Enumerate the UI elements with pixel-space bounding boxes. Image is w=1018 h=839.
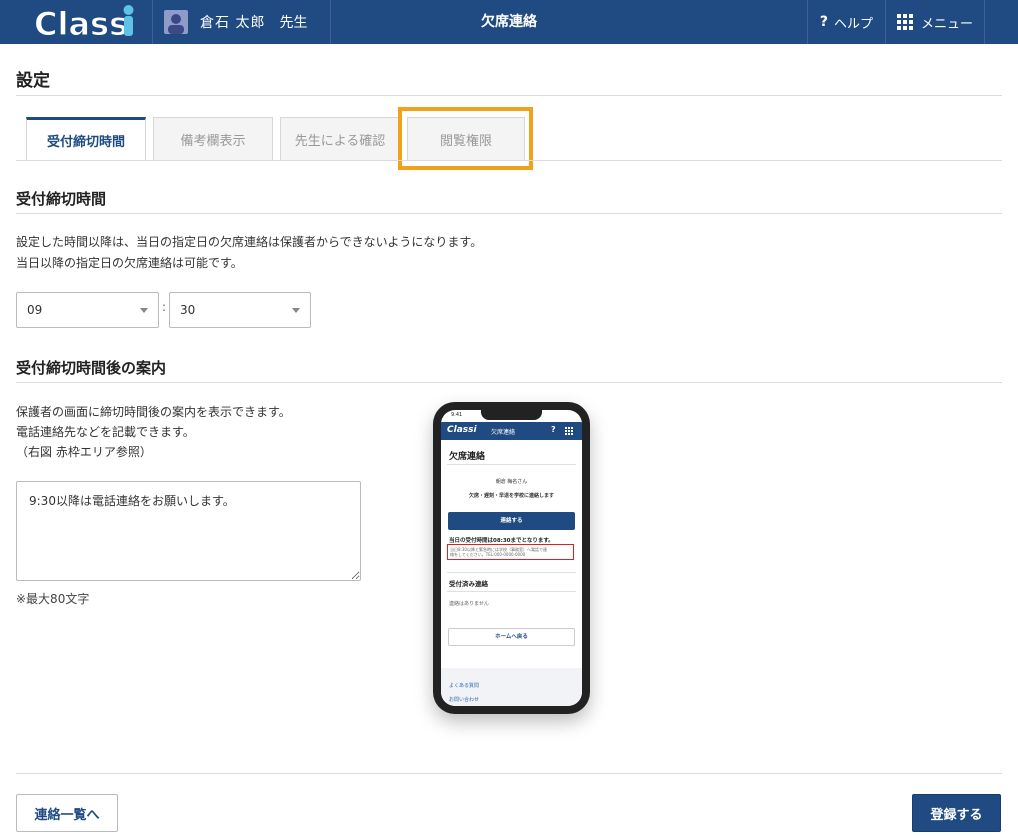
phone-inquiry-link: お問い合わせ: [449, 697, 480, 703]
header-divider: [984, 0, 985, 44]
deadline-description-2: 当日以降の指定日の欠席連絡は可能です。: [16, 256, 243, 270]
divider: [16, 213, 1002, 214]
submit-button[interactable]: 登録する: [912, 794, 1001, 832]
question-icon: ?: [551, 425, 556, 434]
grid-icon: [896, 14, 913, 30]
tab-teacher-confirm[interactable]: 先生による確認: [280, 117, 400, 161]
tab-remarks[interactable]: 備考欄表示: [153, 117, 273, 161]
phone-divider: [447, 572, 576, 573]
phone-screen: 9:41 Classi 欠席連絡 ? 欠席連絡 朝倉 梅名さん 欠席・遅刻・早退…: [441, 410, 582, 706]
phone-contact-button: 連絡する: [448, 512, 575, 530]
user-role: 先生: [279, 15, 308, 31]
phone-home-button: ホームへ戻る: [448, 628, 575, 646]
page-title: 欠席連絡: [481, 14, 537, 30]
menu-label: メニュー: [920, 16, 973, 32]
time-separator: :: [162, 300, 167, 314]
guide-textarea[interactable]: [16, 481, 361, 581]
tabs-baseline: [16, 160, 1002, 161]
hour-select[interactable]: 09: [16, 292, 159, 328]
back-to-list-button[interactable]: 連絡一覧へ: [16, 794, 118, 832]
phone-divider: [447, 591, 576, 592]
phone-header: Classi 欠席連絡 ?: [441, 422, 582, 440]
minute-select[interactable]: 30: [169, 292, 311, 328]
divider: [16, 382, 1002, 383]
grid-icon: [565, 427, 573, 435]
top-header: Class 倉石 太郎 先生 欠席連絡 ? ヘルプ メニュー: [0, 0, 1018, 44]
phone-no-contacts: 連絡はありません: [449, 601, 489, 607]
classi-logo[interactable]: Class: [32, 2, 142, 42]
phone-guide-area: 当日8:30以降と緊急時には学校（事務室）へ電話で連 絡をしてください。TEL:…: [447, 544, 574, 560]
phone-preview: 9:41 Classi 欠席連絡 ? 欠席連絡 朝倉 梅名さん 欠席・遅刻・早退…: [433, 402, 590, 714]
deadline-description-1: 設定した時間以降は、当日の指定日の欠席連絡は保護者からできないようになります。: [16, 235, 483, 249]
question-icon: ?: [819, 14, 829, 30]
deadline-heading: 受付締切時間: [16, 190, 107, 208]
chevron-down-icon: [140, 308, 148, 313]
header-divider: [152, 0, 153, 44]
phone-notch: [481, 410, 542, 420]
guide-description-1: 保護者の画面に締切時間後の案内を表示できます。: [16, 405, 291, 419]
phone-logo: Classi: [447, 425, 477, 435]
guide-heading: 受付締切時間後の案内: [16, 359, 167, 377]
user-name: 倉石 太郎: [200, 15, 266, 31]
menu-button[interactable]: メニュー: [886, 0, 984, 44]
help-button[interactable]: ? ヘルプ: [808, 0, 885, 44]
phone-divider: [447, 464, 576, 465]
minute-value: 30: [180, 303, 196, 317]
phone-faq-link: よくある質問: [449, 683, 480, 689]
phone-header-title: 欠席連絡: [491, 429, 516, 436]
footer-divider: [16, 773, 1002, 774]
phone-deadline-note: 当日の受付時間は08:30までとなります。: [449, 538, 554, 544]
phone-page-title: 欠席連絡: [449, 452, 486, 462]
hour-value: 09: [27, 303, 43, 317]
guide-description-3: （右図 赤枠エリア参照）: [16, 445, 152, 459]
phone-guide-line-2: 絡をしてください。TEL:000-0000-0000: [450, 552, 526, 557]
settings-title: 設定: [16, 71, 50, 91]
help-label: ヘルプ: [834, 16, 874, 32]
tab-deadline[interactable]: 受付締切時間: [26, 117, 146, 161]
divider: [16, 95, 1002, 96]
phone-prompt: 欠席・遅刻・早退を学校に連絡します: [468, 493, 554, 499]
max-length-hint: ※最大80文字: [16, 592, 90, 606]
chevron-down-icon: [292, 308, 300, 313]
svg-text:Class: Class: [34, 5, 128, 42]
phone-time: 9:41: [451, 412, 463, 418]
user-info: 倉石 太郎 先生: [164, 10, 307, 34]
phone-student-name: 朝倉 梅名さん: [495, 479, 528, 485]
guide-description-2: 電話連絡先などを記載できます。: [16, 425, 195, 439]
avatar: [164, 10, 188, 34]
phone-received-heading: 受付済み連絡: [449, 580, 488, 588]
